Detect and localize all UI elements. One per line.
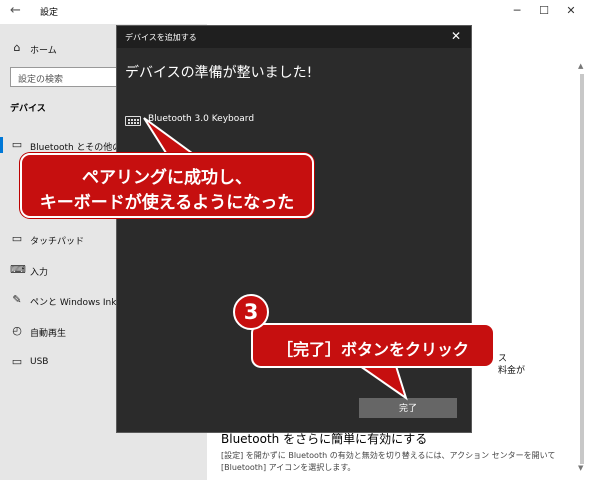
section-heading-devices: デバイス <box>10 104 46 114</box>
done-button-label: 完了 <box>398 403 417 413</box>
scrollbar-thumb[interactable] <box>580 74 584 464</box>
touchpad-icon: ▭ <box>11 232 23 245</box>
step-number-badge: 3 <box>233 294 269 330</box>
pen-icon: ✎ <box>12 293 22 306</box>
sidebar-item-label: タッチパッド <box>30 237 85 247</box>
callout-text-line-2: キーボードが使えるようになった <box>39 193 295 213</box>
close-window-button[interactable]: ✕ <box>562 4 580 17</box>
sidebar-item-label: ホーム <box>30 46 57 56</box>
close-icon[interactable]: ✕ <box>451 29 461 43</box>
settings-titlebar: ← 設定 ─ ☐ ✕ <box>0 0 589 24</box>
scroll-up-icon[interactable]: ▲ <box>578 62 583 70</box>
bluetooth-devices-icon: ▭ <box>11 138 23 151</box>
back-arrow-icon[interactable]: ← <box>10 3 21 18</box>
section-body-line: [設定] を開かずに Bluetooth の有効と無効を切り替えるには、アクショ… <box>221 451 556 460</box>
add-device-dialog: デバイスを追加する ✕ デバイスの準備が整いました! Bluetooth 3.0… <box>116 25 472 433</box>
scrollbar[interactable]: ▲ ▼ <box>578 62 586 476</box>
sidebar-item-label: 自動再生 <box>30 329 67 339</box>
scroll-down-icon[interactable]: ▼ <box>578 464 583 472</box>
keyboard-icon: ⌨ <box>10 263 26 276</box>
section-body-line: [Bluetooth] アイコンを選択します。 <box>221 463 356 472</box>
content-fragment: 料金が <box>498 366 526 376</box>
callout-text-line-1: ペアリングに成功し、 <box>82 168 252 188</box>
dialog-heading: デバイスの準備が整いました! <box>125 65 313 81</box>
sidebar-item-label: USB <box>30 357 49 367</box>
callout-pairing-success: ペアリングに成功し、 キーボードが使えるようになった <box>20 153 314 218</box>
usb-icon: ▭ <box>11 355 23 368</box>
sidebar-item-label: 入力 <box>30 268 49 278</box>
done-button[interactable]: 完了 <box>359 398 457 418</box>
keyboard-icon <box>125 116 141 126</box>
callout-click-done: ［完了］ボタンをクリック <box>251 323 495 368</box>
callout-text: ［完了］ボタンをクリック <box>276 340 469 359</box>
sidebar-item-label: ペンと Windows Ink <box>30 298 117 308</box>
device-name: Bluetooth 3.0 Keyboard <box>148 114 255 124</box>
search-placeholder: 設定の検索 <box>18 75 64 85</box>
maximize-button[interactable]: ☐ <box>535 4 553 17</box>
dialog-title: デバイスを追加する <box>125 33 197 42</box>
minimize-button[interactable]: ─ <box>508 4 526 17</box>
window-title: 設定 <box>40 8 59 18</box>
dialog-titlebar: デバイスを追加する ✕ <box>117 26 471 48</box>
screenshot: ← 設定 ─ ☐ ✕ ⌂ ホーム 設定の検索 デバイス ▭ Bluetooth … <box>0 0 589 480</box>
home-icon: ⌂ <box>13 41 21 54</box>
autoplay-icon: ◴ <box>12 324 22 337</box>
